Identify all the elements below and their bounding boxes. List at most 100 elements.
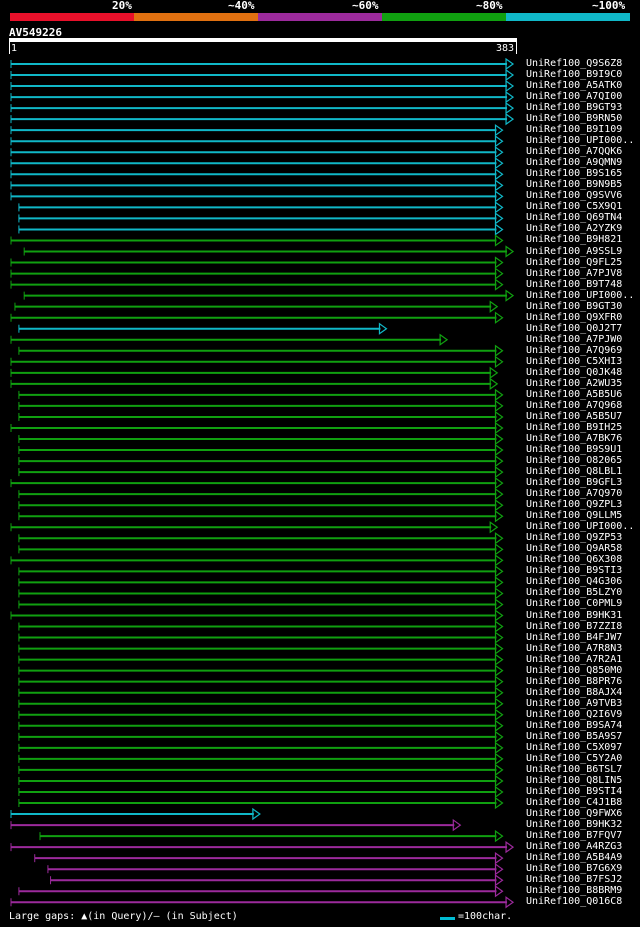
hit-label[interactable]: UniRef100_Q8LIN5 — [526, 775, 622, 786]
hit-label[interactable]: UniRef100_Q8LBL1 — [526, 466, 622, 477]
hit-alignment[interactable] — [10, 57, 515, 71]
hit-alignment[interactable] — [18, 752, 504, 766]
hit-alignment[interactable] — [10, 179, 504, 192]
hit-alignment[interactable] — [47, 863, 504, 876]
hit-label[interactable]: UniRef100_A5B5U6 — [526, 389, 622, 400]
hit-label[interactable]: UniRef100_B7FQV7 — [526, 830, 622, 841]
hit-label[interactable]: UniRef100_B4FJW7 — [526, 632, 622, 643]
hit-alignment[interactable] — [18, 719, 504, 732]
hit-label[interactable]: UniRef100_B9RN50 — [526, 113, 622, 124]
hit-alignment[interactable] — [18, 675, 504, 688]
hit-alignment[interactable] — [18, 686, 504, 699]
hit-alignment[interactable] — [10, 79, 515, 93]
hit-label[interactable]: UniRef100_B9GFL3 — [526, 477, 622, 488]
hit-alignment[interactable] — [18, 410, 504, 424]
hit-alignment[interactable] — [10, 807, 261, 821]
hit-label[interactable]: UniRef100_A7R8N3 — [526, 643, 622, 654]
hit-alignment[interactable] — [10, 355, 504, 368]
hit-label[interactable]: UniRef100_B9HK32 — [526, 819, 622, 830]
hit-label[interactable]: UniRef100_B8AJX4 — [526, 687, 622, 698]
hit-alignment[interactable] — [18, 399, 504, 413]
hit-alignment[interactable] — [10, 234, 504, 247]
hit-label[interactable]: UniRef100_Q850M0 — [526, 665, 622, 676]
hit-label[interactable]: UniRef100_B9SA74 — [526, 720, 622, 731]
hit-label[interactable]: UniRef100_Q0JK48 — [526, 367, 622, 378]
hit-label[interactable]: UniRef100_A7Q970 — [526, 488, 622, 499]
hit-alignment[interactable] — [18, 620, 504, 633]
hit-alignment[interactable] — [18, 432, 504, 446]
hit-alignment[interactable] — [18, 201, 504, 214]
hit-alignment[interactable] — [18, 697, 504, 710]
hit-label[interactable]: UniRef100_B9S165 — [526, 168, 622, 179]
hit-label[interactable]: UniRef100_A7R2A1 — [526, 654, 622, 665]
hit-label[interactable]: UniRef100_Q4G306 — [526, 576, 622, 587]
hit-alignment[interactable] — [10, 190, 504, 203]
hit-label[interactable]: UniRef100_C5X9Q1 — [526, 201, 622, 212]
hit-alignment[interactable] — [10, 554, 504, 567]
hit-alignment[interactable] — [10, 146, 504, 159]
hit-alignment[interactable] — [10, 311, 504, 324]
hit-label[interactable]: UniRef100_A2YZK9 — [526, 223, 622, 234]
hit-label[interactable]: UniRef100_B9STI4 — [526, 786, 622, 797]
hit-label[interactable]: UniRef100_Q016C8 — [526, 896, 622, 907]
hit-label[interactable]: UniRef100_C4J1B8 — [526, 797, 622, 808]
hit-alignment[interactable] — [10, 366, 499, 380]
hit-label[interactable]: UniRef100_B9STI3 — [526, 565, 622, 576]
hit-label[interactable]: UniRef100_UPI000.. — [526, 521, 634, 532]
hit-alignment[interactable] — [10, 101, 515, 115]
hit-label[interactable]: UniRef100_A9SSL9 — [526, 246, 622, 257]
hit-label[interactable]: UniRef100_A7Q969 — [526, 345, 622, 356]
hit-alignment[interactable] — [18, 443, 504, 457]
hit-alignment[interactable] — [18, 510, 504, 523]
hit-alignment[interactable] — [18, 454, 504, 468]
hit-label[interactable]: UniRef100_B9GT30 — [526, 301, 622, 312]
hit-label[interactable]: UniRef100_B9I9C0 — [526, 69, 622, 80]
hit-alignment[interactable] — [18, 598, 504, 611]
hit-alignment[interactable] — [10, 333, 449, 346]
hit-label[interactable]: UniRef100_Q9SVV6 — [526, 190, 622, 201]
hit-alignment[interactable] — [10, 135, 504, 148]
hit-label[interactable]: UniRef100_C0PML9 — [526, 598, 622, 609]
hit-alignment[interactable] — [18, 322, 388, 335]
hit-alignment[interactable] — [10, 818, 462, 832]
hit-label[interactable]: UniRef100_Q9LLM5 — [526, 510, 622, 521]
hit-label[interactable]: UniRef100_A4RZG3 — [526, 841, 622, 852]
hit-alignment[interactable] — [18, 885, 504, 898]
hit-label[interactable]: UniRef100_Q2I6V9 — [526, 709, 622, 720]
hit-alignment[interactable] — [18, 708, 504, 721]
hit-label[interactable]: UniRef100_C5XHI3 — [526, 356, 622, 367]
hit-label[interactable]: UniRef100_Q9XFR0 — [526, 312, 622, 323]
hit-label[interactable]: UniRef100_A7QQK6 — [526, 146, 622, 157]
hit-alignment[interactable] — [10, 421, 504, 435]
hit-alignment[interactable] — [10, 112, 515, 126]
hit-label[interactable]: UniRef100_Q0J2T7 — [526, 323, 622, 334]
hit-label[interactable]: UniRef100_B6TSL7 — [526, 764, 622, 775]
hit-label[interactable]: UniRef100_Q9S6Z8 — [526, 58, 622, 69]
hit-label[interactable]: UniRef100_Q9ZP53 — [526, 532, 622, 543]
hit-label[interactable]: UniRef100_A7PJW0 — [526, 334, 622, 345]
hit-alignment[interactable] — [10, 278, 504, 291]
hit-label[interactable]: UniRef100_Q69TN4 — [526, 212, 622, 223]
hit-label[interactable]: UniRef100_B8PR76 — [526, 676, 622, 687]
hit-label[interactable]: UniRef100_A7PJV8 — [526, 268, 622, 279]
hit-alignment[interactable] — [10, 476, 504, 490]
hit-label[interactable]: UniRef100_B9N9B5 — [526, 179, 622, 190]
hit-label[interactable]: UniRef100_B8BRM9 — [526, 885, 622, 896]
hit-label[interactable]: UniRef100_C5X097 — [526, 742, 622, 753]
hit-alignment[interactable] — [10, 521, 499, 534]
hit-alignment[interactable] — [18, 631, 504, 644]
hit-alignment[interactable] — [18, 576, 504, 589]
hit-alignment[interactable] — [18, 642, 504, 655]
hit-label[interactable]: UniRef100_B7FSJ2 — [526, 874, 622, 885]
hit-alignment[interactable] — [18, 774, 504, 788]
hit-alignment[interactable] — [18, 499, 504, 512]
hit-alignment[interactable] — [18, 796, 504, 810]
hit-alignment[interactable] — [23, 245, 515, 258]
hit-label[interactable]: UniRef100_B9H821 — [526, 234, 622, 245]
hit-alignment[interactable] — [10, 68, 515, 82]
hit-alignment[interactable] — [18, 543, 504, 556]
hit-alignment[interactable] — [18, 763, 504, 777]
hit-label[interactable]: UniRef100_A7BK76 — [526, 433, 622, 444]
hit-alignment[interactable] — [18, 664, 504, 677]
hit-label[interactable]: UniRef100_A5ATK0 — [526, 80, 622, 91]
